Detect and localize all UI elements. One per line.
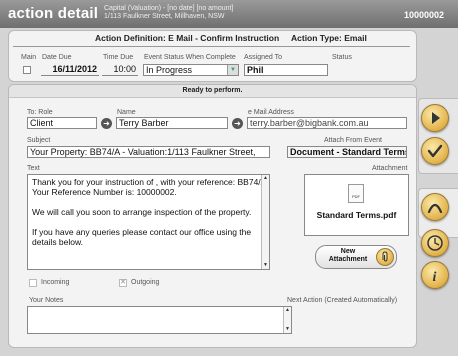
message-text-line: We will call you soon to arrange inspect… — [32, 207, 252, 217]
header-subtitle: Capital (Valuation) - [no date] [no amou… — [104, 5, 233, 21]
action-summary-panel: Action Definition: E Mail - Confirm Inst… — [8, 30, 417, 82]
to-role-label: To: Role — [27, 109, 53, 116]
message-text: Thank you for your instruction of , with… — [32, 177, 269, 247]
scroll-down-icon[interactable]: ▼ — [262, 262, 269, 269]
outgoing-label: Outgoing — [131, 279, 160, 286]
subject-label: Subject — [27, 137, 51, 144]
message-text-line: If you have any queries please contact o… — [32, 227, 252, 237]
status-label: Status — [332, 54, 352, 61]
incoming-checkbox[interactable] — [29, 279, 37, 287]
message-text-line: Your Reference Number is: 10000002. — [32, 187, 177, 197]
dropdown-arrow-icon[interactable]: ▼ — [227, 65, 238, 75]
arch-button[interactable] — [421, 193, 449, 221]
message-text-line: details below. — [32, 237, 84, 247]
scroll-up-icon[interactable]: ▲ — [284, 307, 291, 314]
date-due-field[interactable]: 16/11/2012 — [41, 64, 99, 76]
event-status-value: In Progress — [146, 65, 193, 75]
info-button[interactable]: i — [421, 261, 449, 289]
attach-from-event-label: Attach From Event — [324, 137, 382, 144]
message-text-line — [32, 217, 265, 227]
new-attachment-button[interactable]: New Attachment — [315, 245, 397, 269]
arrow-right-icon[interactable]: ➜ — [101, 118, 112, 129]
email-label: e Mail Address — [248, 109, 294, 116]
time-due-field[interactable]: 10:00 — [102, 64, 138, 76]
message-text-area[interactable]: Thank you for your instruction of , with… — [27, 174, 270, 270]
time-due-label: Time Due — [103, 54, 134, 61]
text-label: Text — [27, 165, 40, 172]
message-text-line — [32, 197, 265, 207]
arrow-right-icon — [432, 112, 440, 124]
pdf-file-icon: PDF — [348, 184, 364, 203]
divider — [13, 46, 410, 47]
event-status-select[interactable]: In Progress ▼ — [143, 64, 239, 76]
assigned-to-label: Assigned To — [244, 54, 283, 61]
event-status-label: Event Status When Complete — [144, 54, 236, 61]
action-definition: Action Definition: E Mail - Confirm Inst… — [95, 33, 280, 43]
new-attachment-label: New Attachment — [328, 248, 368, 263]
attachment-filename: Standard Terms.pdf — [316, 210, 397, 220]
name-label: Name — [117, 109, 136, 116]
subject-field[interactable]: Your Property: BB74/A - Valuation:1/113 … — [27, 146, 270, 158]
name-field[interactable]: Terry Barber — [116, 117, 228, 129]
perform-button[interactable] — [421, 104, 449, 132]
notes-scrollbar[interactable]: ▲ ▼ — [283, 307, 291, 333]
status-banner-text: Ready to perform. — [182, 87, 243, 94]
complete-button[interactable] — [421, 137, 449, 165]
attachment-label: Attachment — [372, 165, 408, 172]
email-field[interactable]: terry.barber@bigbank.com.au — [247, 117, 407, 129]
outgoing-checkbox[interactable]: ✕ — [119, 279, 127, 287]
arch-icon — [427, 203, 443, 214]
action-type: Action Type: Email — [291, 33, 367, 43]
scroll-down-icon[interactable]: ▼ — [284, 326, 291, 333]
header-bar: action detail Capital (Valuation) - [no … — [0, 0, 458, 28]
incoming-label: Incoming — [41, 279, 70, 286]
main-label: Main — [21, 54, 37, 61]
svg-text:i: i — [433, 270, 437, 285]
header-subtitle-line1: Capital (Valuation) - [no date] [no amou… — [104, 5, 234, 12]
next-action-label: Next Action (Created Automatically) — [287, 297, 398, 304]
message-text-line: Thank you for your instruction of , with… — [32, 177, 269, 187]
your-notes-label: Your Notes — [29, 297, 64, 304]
attach-from-event-select[interactable]: Document - Standard Terms. — [287, 146, 407, 158]
to-role-field[interactable]: Client — [27, 117, 97, 129]
paperclip-icon — [376, 248, 394, 266]
main-checkbox[interactable] — [23, 66, 31, 74]
info-icon: i — [433, 270, 437, 285]
action-detail-panel: Ready to perform. To: Role Client ➜ Name… — [8, 84, 417, 348]
arrow-right-icon[interactable]: ➜ — [232, 118, 243, 129]
action-detail-window: action detail Capital (Valuation) - [no … — [0, 0, 458, 356]
window-title: action detail — [8, 5, 99, 22]
your-notes-area[interactable]: ▲ ▼ — [27, 306, 292, 334]
date-due-label: Date Due — [42, 54, 72, 61]
attachment-box[interactable]: PDF Standard Terms.pdf — [304, 174, 409, 236]
checkmark-icon — [427, 144, 443, 158]
header-subtitle-line2: 1/113 Faulkner Street, Millhaven, NSW — [104, 13, 225, 20]
clock-button[interactable] — [421, 229, 449, 257]
text-scrollbar[interactable]: ▲ ▼ — [261, 175, 269, 269]
scroll-up-icon[interactable]: ▲ — [262, 175, 269, 182]
clock-icon — [427, 235, 443, 251]
assigned-to-field[interactable]: Phil — [244, 64, 328, 76]
status-banner: Ready to perform. — [9, 85, 416, 98]
header-number: 10000002 — [403, 10, 444, 20]
